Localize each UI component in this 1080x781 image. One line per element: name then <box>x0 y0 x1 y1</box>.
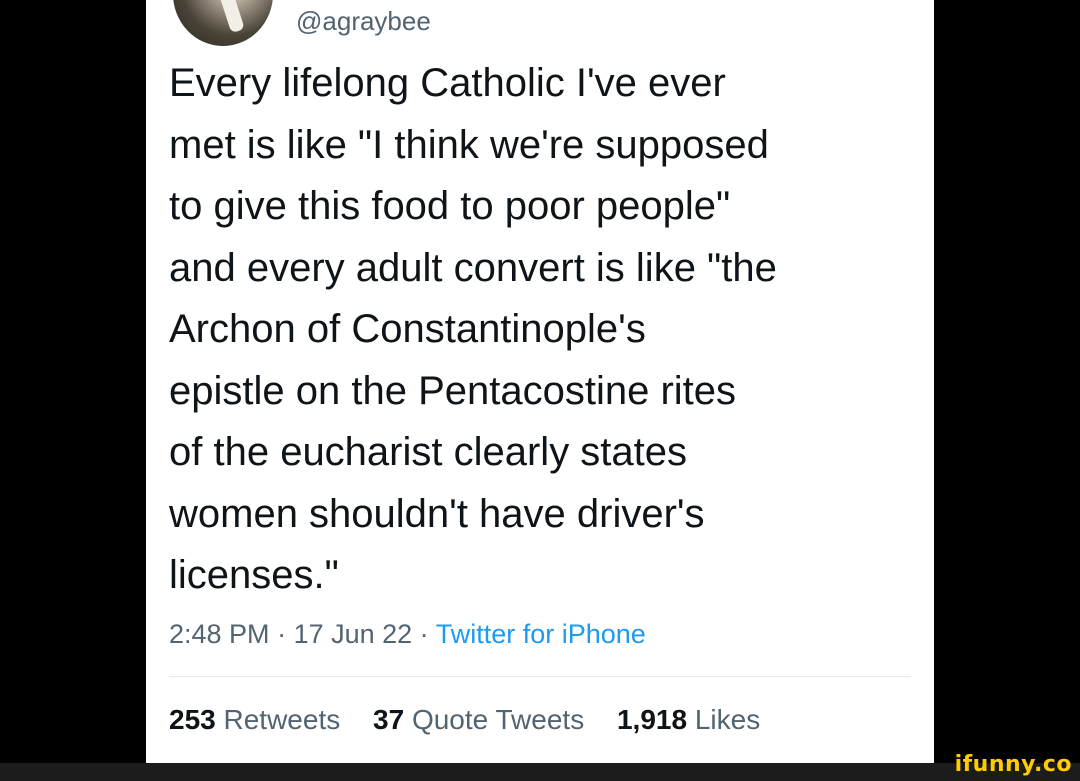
tweet-text-line: of the eucharist clearly states <box>169 430 688 474</box>
tweet-source-link[interactable]: Twitter for iPhone <box>436 619 646 649</box>
ifunny-watermark: ifunny.co <box>954 752 1072 777</box>
tweet-text-line: Every lifelong Catholic I've ever <box>169 61 726 105</box>
tweet-text-line: epistle on the Pentacostine rites <box>169 368 737 413</box>
tweet-text-line: women shouldn't have driver's <box>169 491 705 536</box>
tweet-text-line: Archon of Constantinople's <box>169 307 646 351</box>
bottom-bar <box>0 763 1080 781</box>
tweet-text-line: licenses." <box>169 553 339 597</box>
avatar[interactable] <box>173 0 273 46</box>
tweet-text: Every lifelong Catholic I've ever met is… <box>169 53 929 607</box>
tweet-card: @agraybee Every lifelong Catholic I've e… <box>146 0 934 763</box>
quote-tweets-count: 37 <box>373 704 405 735</box>
divider <box>169 676 911 677</box>
tweet-text-line: and every adult convert is like "the <box>169 245 777 290</box>
retweets-label: Retweets <box>223 704 341 735</box>
quote-tweets-label: Quote Tweets <box>411 704 585 735</box>
tweet-stats: 253 Retweets 37 Quote Tweets 1,918 Likes <box>169 700 785 740</box>
tweet-meta: 2:48 PM · 17 Jun 22 · Twitter for iPhone <box>169 614 646 654</box>
likes-count: 1,918 <box>616 704 688 735</box>
retweets-count: 253 <box>169 704 216 735</box>
tweet-date[interactable]: 17 Jun 22 <box>294 619 413 649</box>
likes-label: Likes <box>694 704 761 735</box>
tweet-text-line: to give this food to poor people" <box>169 184 731 228</box>
tweet-text-line: met is like "I think we're supposed <box>169 122 769 167</box>
user-handle[interactable]: @agraybee <box>296 4 431 38</box>
meta-separator: · <box>412 619 436 649</box>
likes-stat[interactable]: 1,918 Likes <box>617 700 760 740</box>
quote-tweets-stat[interactable]: 37 Quote Tweets <box>373 700 584 740</box>
meta-separator: · <box>269 619 294 649</box>
tweet-time[interactable]: 2:48 PM <box>169 619 270 649</box>
retweets-stat[interactable]: 253 Retweets <box>169 700 340 740</box>
